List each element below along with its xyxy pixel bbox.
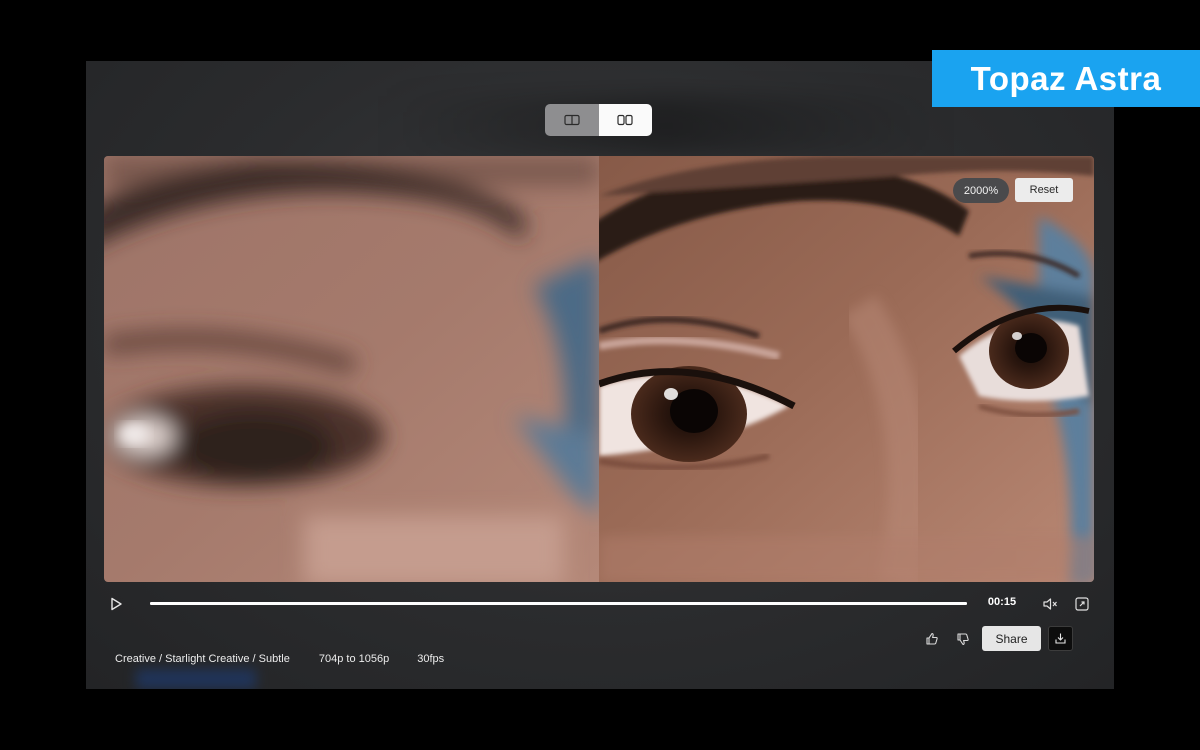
original-frame — [104, 156, 599, 582]
fps-info: 30fps — [417, 653, 445, 665]
original-pane — [104, 156, 599, 582]
model-path: Creative / Starlight Creative / Subtle — [115, 653, 290, 665]
enhanced-pane — [599, 156, 1094, 582]
background-blur-blue — [136, 669, 256, 689]
view-mode-toggle — [545, 104, 652, 136]
download-icon — [1055, 633, 1066, 644]
fullscreen-button[interactable] — [1073, 595, 1091, 613]
thumbs-down-icon — [957, 633, 969, 646]
brand-label: Topaz Astra — [970, 59, 1162, 97]
thumbs-up-icon — [926, 632, 938, 645]
play-icon — [111, 597, 122, 611]
timeline-progress — [150, 602, 967, 605]
zoom-level[interactable]: 2000% — [953, 178, 1009, 203]
zoom-level-label: 2000% — [963, 184, 999, 197]
share-button[interactable]: Share — [982, 626, 1041, 651]
enhanced-frame — [599, 156, 1094, 582]
split-view-icon — [564, 114, 580, 126]
mute-icon — [1043, 598, 1057, 610]
share-label: Share — [995, 631, 1028, 646]
resolution-info: 704p to 1056p — [318, 653, 390, 665]
fullscreen-icon — [1075, 597, 1089, 611]
split-view-button[interactable] — [545, 104, 599, 136]
mute-button[interactable] — [1041, 595, 1059, 613]
background-blur — [386, 96, 946, 156]
download-button[interactable] — [1048, 626, 1073, 651]
timeline-scrubber[interactable] — [150, 602, 967, 605]
thumbs-down-button[interactable] — [954, 630, 972, 648]
side-by-side-icon — [617, 114, 633, 126]
thumbs-up-button[interactable] — [923, 630, 941, 648]
time-readout: 00:15 — [987, 596, 1017, 608]
side-by-side-view-button[interactable] — [598, 104, 652, 136]
play-button[interactable] — [106, 594, 126, 614]
render-details: Creative / Starlight Creative / Subtle 7… — [115, 653, 444, 665]
brand-badge: Topaz Astra — [932, 50, 1200, 107]
reset-label: Reset — [1029, 184, 1059, 196]
reset-button[interactable]: Reset — [1015, 178, 1073, 202]
comparison-viewer[interactable] — [104, 156, 1094, 582]
